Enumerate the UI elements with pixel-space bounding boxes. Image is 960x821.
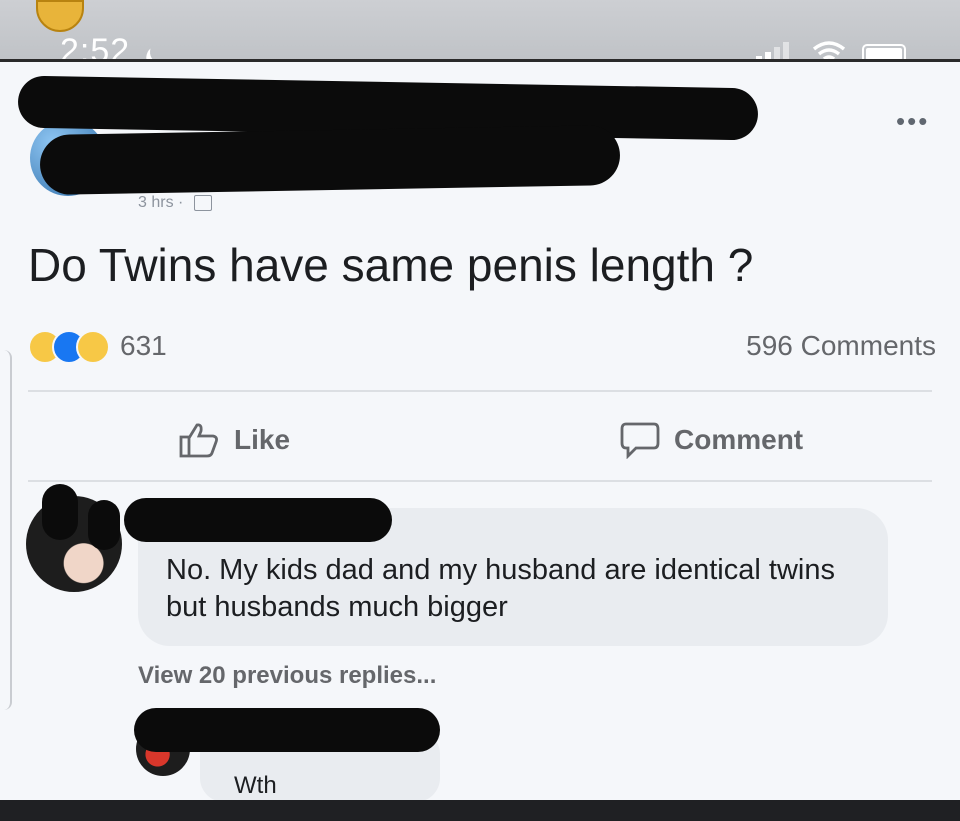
post-time-label: 3 hrs ·	[138, 194, 184, 211]
wow-reaction-icon	[76, 330, 110, 364]
redacted-replier-name	[134, 708, 440, 752]
laughing-emoji-icon	[36, 0, 84, 32]
status-bar: 2:52	[0, 0, 960, 70]
globe-icon	[193, 194, 212, 211]
redacted-avatar-mark-2	[88, 500, 120, 550]
more-options-icon[interactable]: •••	[896, 106, 929, 137]
post-text: Do Twins have same penis length ?	[28, 239, 754, 291]
post-timestamp: 3 hrs ·	[138, 194, 212, 212]
like-button[interactable]: Like	[178, 420, 290, 460]
bottom-bar	[0, 800, 960, 821]
reaction-count[interactable]: 631	[120, 330, 167, 362]
divider	[28, 390, 932, 392]
thumbs-up-icon	[179, 423, 218, 458]
like-label: Like	[234, 424, 291, 455]
divider	[28, 480, 932, 482]
view-previous-replies-link[interactable]: View 20 previous replies...	[138, 662, 436, 690]
redacted-poster-name-2	[39, 124, 621, 196]
comment-label: Comment	[674, 424, 804, 455]
redacted-commenter-name	[124, 498, 392, 542]
reply-text: Wth	[234, 772, 277, 799]
comment-button[interactable]: Comment	[620, 420, 803, 460]
comments-count[interactable]: 596 Comments	[746, 330, 936, 362]
redacted-avatar-mark	[42, 484, 78, 540]
comment-icon	[620, 422, 660, 459]
comment-text: No. My kids dad and my husband are ident…	[166, 554, 835, 623]
frame-edge	[0, 350, 12, 710]
